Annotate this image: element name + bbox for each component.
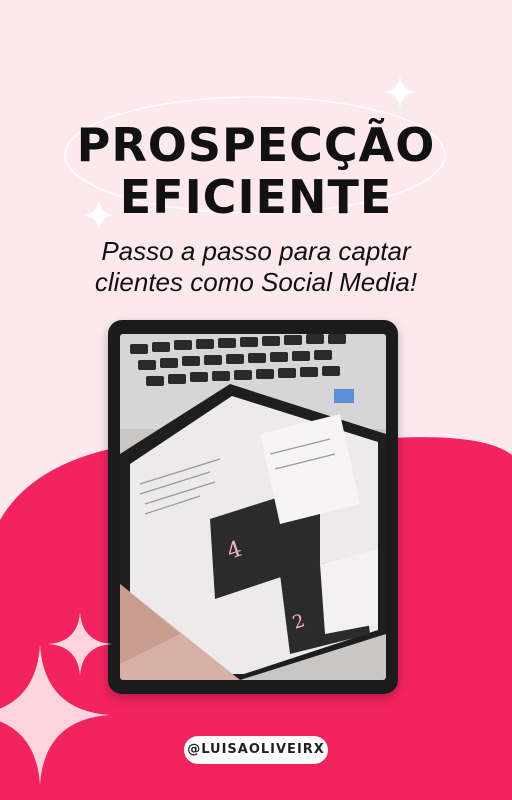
sparkle-icon <box>384 76 416 108</box>
tablet-screen-photo: 4 2 <box>120 334 386 680</box>
subtitle-line2: clientes como Social Media! <box>94 267 418 297</box>
author-handle[interactable]: @LUISAOLIVEIRX <box>184 736 328 764</box>
page-title-line1: PROSPECÇÃO <box>76 118 436 172</box>
subtitle-line1: Passo a passo para captar <box>101 236 411 266</box>
cover-page: PROSPECÇÃO EFICIENTE Passo a passo para … <box>0 0 512 800</box>
page-title-line2: EFICIENTE <box>119 170 393 224</box>
sparkle-icon <box>0 645 110 785</box>
